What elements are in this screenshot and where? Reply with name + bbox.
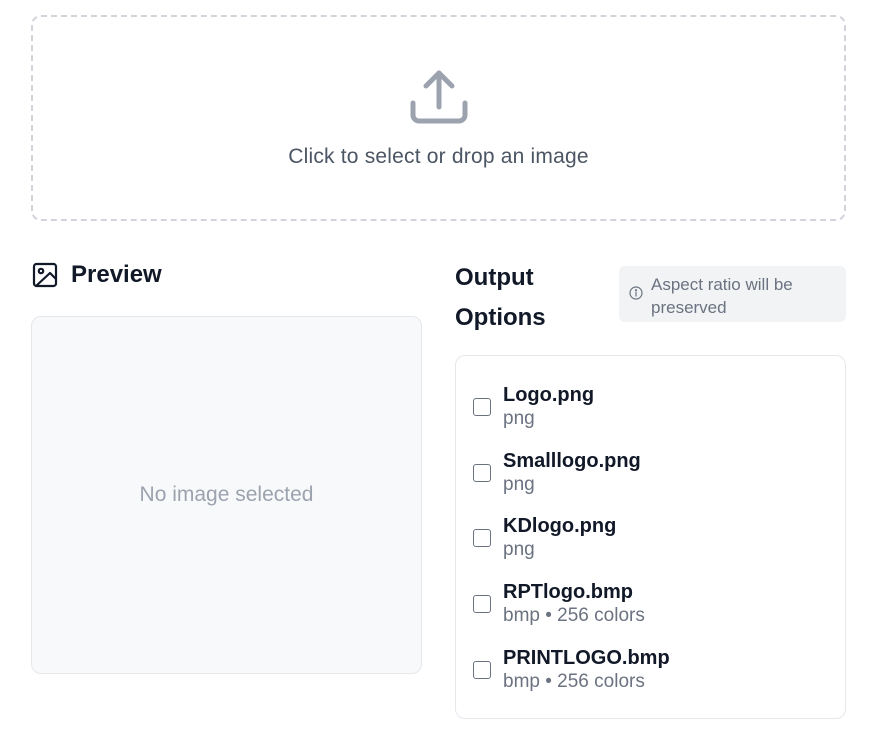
option-format: png [503, 474, 535, 495]
dropzone-label: Click to select or drop an image [288, 145, 589, 168]
option-checkbox[interactable] [473, 529, 491, 547]
upload-icon [410, 70, 467, 124]
option-name: Smalllogo.png [503, 450, 641, 472]
image-preview-area: No image selected [31, 316, 422, 674]
option-name: Logo.png [503, 384, 595, 406]
option-name: KDlogo.png [503, 515, 617, 537]
option-name: RPTlogo.bmp [503, 581, 633, 603]
aspect-ratio-note-text: Aspect ratio will be preserved [651, 275, 793, 317]
option-checkbox[interactable] [473, 464, 491, 482]
preview-heading: Preview [31, 258, 162, 292]
output-option[interactable]: RPTlogo.bmp bmp • 256 colors [473, 580, 645, 628]
output-option[interactable]: PRINTLOGO.bmp bmp • 256 colors [473, 646, 670, 694]
output-options-list: Logo.png png Smalllogo.png png KDlogo.pn… [455, 355, 846, 719]
option-checkbox[interactable] [473, 595, 491, 613]
aspect-ratio-note: Aspect ratio will be preserved [619, 266, 846, 322]
output-option[interactable]: KDlogo.png png [473, 514, 616, 562]
option-format: png [503, 408, 535, 429]
option-checkbox[interactable] [473, 661, 491, 679]
option-checkbox[interactable] [473, 398, 491, 416]
option-format: png [503, 539, 535, 560]
image-converter-page: Click to select or drop an image Preview… [0, 0, 872, 734]
preview-empty-text: No image selected [139, 483, 314, 506]
option-name: PRINTLOGO.bmp [503, 647, 670, 669]
image-dropzone[interactable]: Click to select or drop an image [31, 15, 846, 221]
output-options-title: Output Options [455, 264, 546, 331]
option-format: bmp • 256 colors [503, 605, 645, 626]
info-icon [629, 286, 643, 300]
preview-title: Preview [71, 261, 162, 288]
image-icon [32, 262, 58, 288]
option-format: bmp • 256 colors [503, 671, 645, 692]
output-option[interactable]: Smalllogo.png png [473, 449, 641, 497]
output-option[interactable]: Logo.png png [473, 383, 594, 431]
